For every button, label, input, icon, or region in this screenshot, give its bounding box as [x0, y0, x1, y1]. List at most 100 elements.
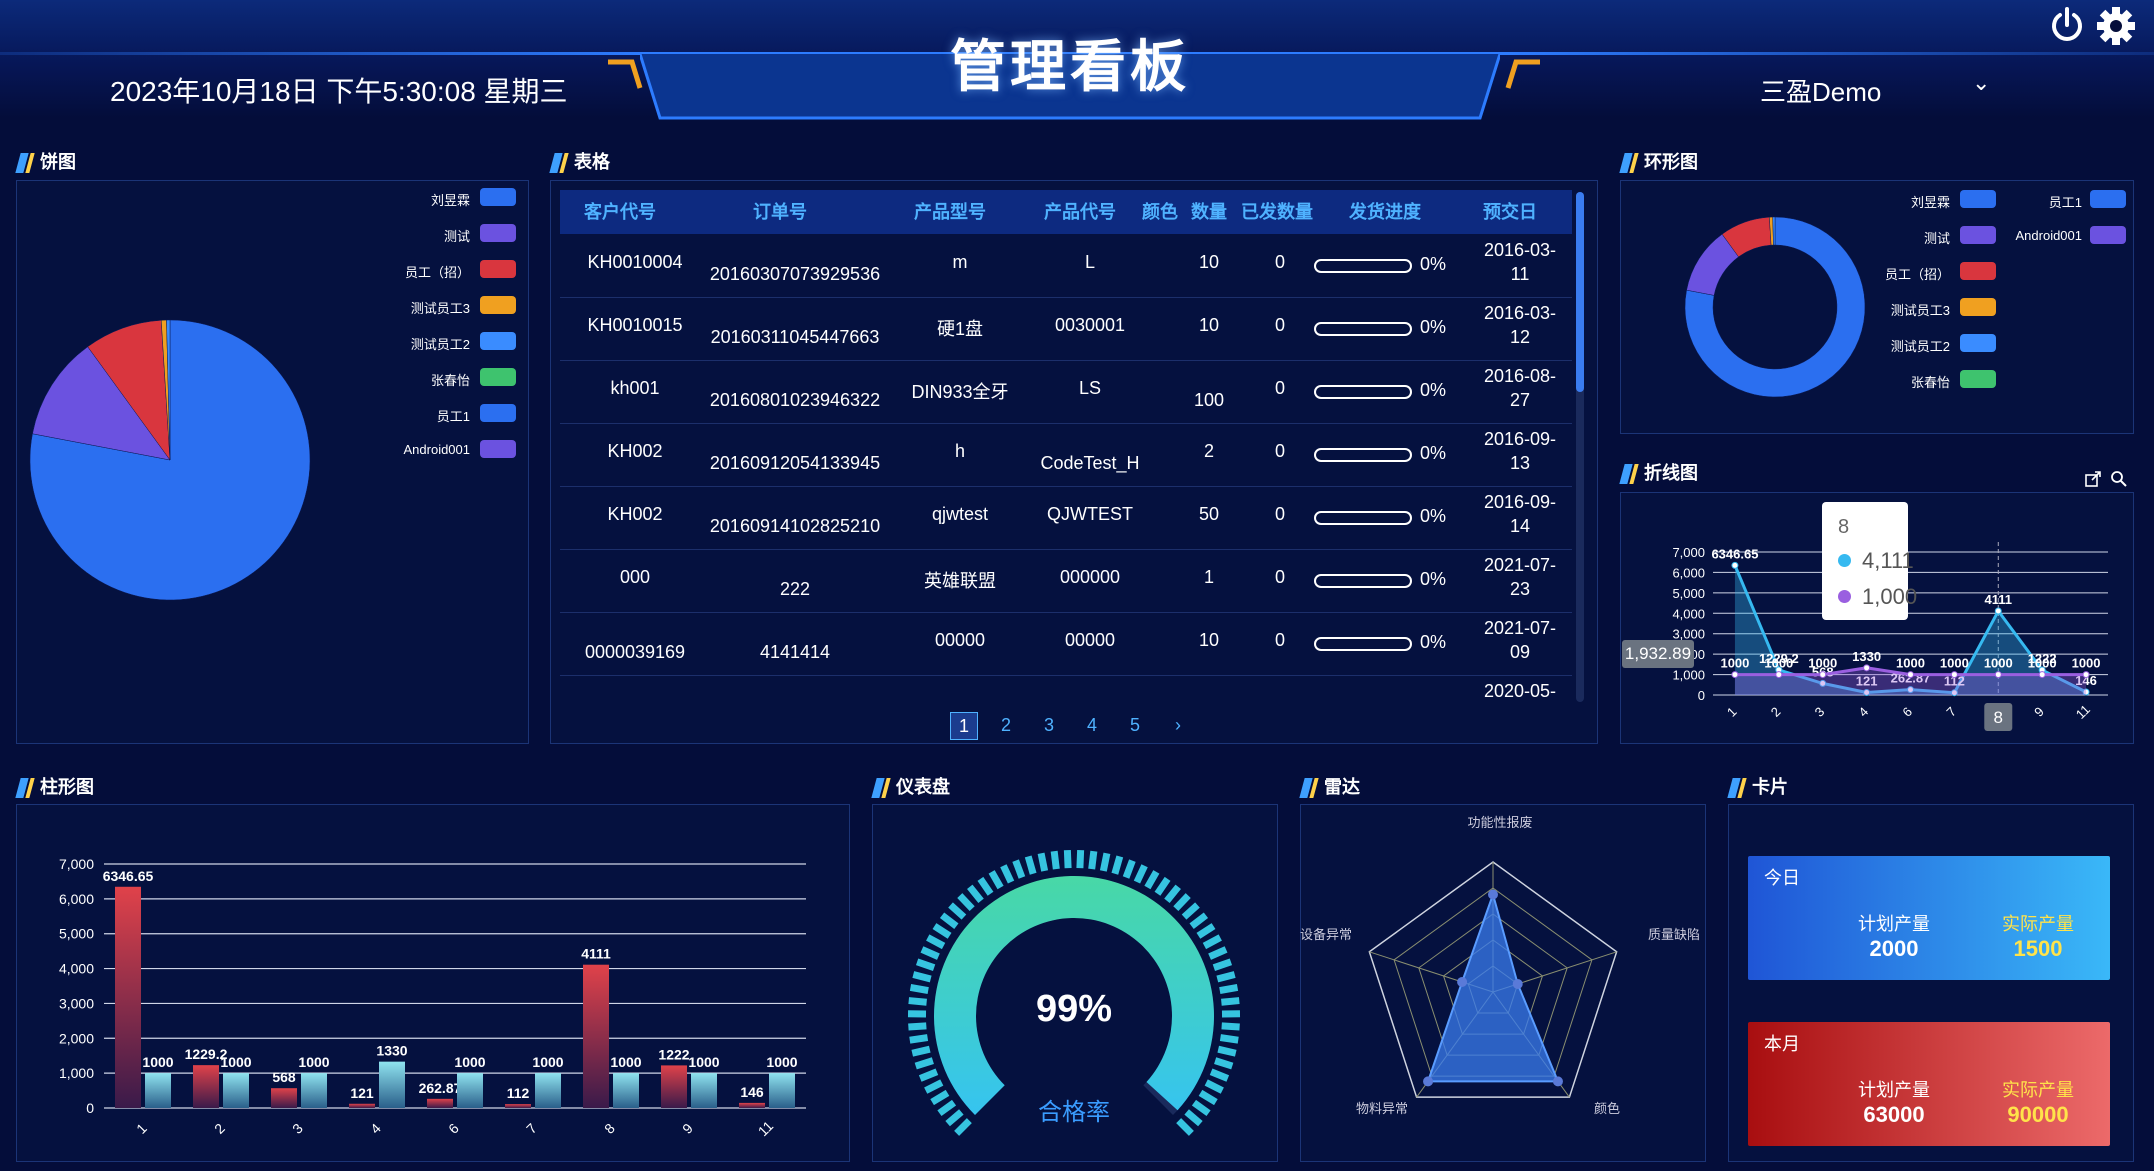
export-icon[interactable] — [2084, 470, 2102, 488]
line-point — [1994, 671, 2002, 679]
progress-percent: 0% — [1420, 632, 1447, 652]
bar-data-label: 1000 — [532, 1054, 563, 1070]
power-icon[interactable] — [2048, 6, 2086, 44]
cell-model: 00000 — [934, 630, 986, 650]
legend-swatch — [480, 296, 516, 314]
cell-model: 硬1盘 — [936, 319, 983, 339]
bar-data-label: 568 — [272, 1069, 296, 1085]
next-page-button[interactable]: › — [1165, 712, 1191, 738]
page-5-button[interactable]: 5 — [1122, 712, 1148, 738]
cell-order: 20160311045447663 — [710, 327, 880, 347]
bar-ytick-label: 2,000 — [59, 1030, 94, 1046]
cell-due-line2: 23 — [1509, 579, 1531, 599]
cell-code: CodeTest_H — [1040, 453, 1140, 473]
cell-customer: KH0010004 — [587, 252, 683, 272]
tooltip-value-1: 4,111 — [1862, 548, 1914, 573]
legend-swatch — [480, 440, 516, 458]
gauge-tick — [920, 946, 940, 960]
bar-data-label: 1330 — [376, 1043, 407, 1059]
table-header: 客户代号 订单号 产品型号 产品代号 颜色 数量 已发数量 发货进度 预交日 — [560, 190, 1572, 234]
radar-label-2: 颜色 — [1594, 1101, 1621, 1116]
legend-label: 员工1 — [2048, 195, 2082, 210]
table-scrollbar[interactable] — [1576, 192, 1584, 702]
table-row[interactable]: 0000039169 4141414 00000 00000 10 0 0% 2021-07-… — [560, 612, 1572, 676]
bar-0 — [505, 1104, 531, 1108]
page-3-button[interactable]: 3 — [1036, 712, 1062, 738]
bar-data-label: 1000 — [298, 1054, 329, 1070]
gauge-label: 合格率 — [1038, 1099, 1110, 1126]
bar-ytick-label: 3,000 — [59, 995, 94, 1011]
table-scrollbar-thumb[interactable] — [1576, 192, 1584, 392]
table-row[interactable]: kh001 20160801023946322 DIN933全牙 LS 100 0 0% 20… — [560, 360, 1572, 424]
cell-shipped: 0 — [1274, 315, 1285, 335]
col-progress: 发货进度 — [1349, 202, 1421, 222]
card-month-period: 本月 — [1764, 1034, 1800, 1054]
panel-title-gauge: 仪表盘 — [872, 776, 950, 798]
gear-icon[interactable] — [2096, 6, 2136, 46]
page-1-button[interactable]: 1 — [950, 712, 978, 740]
gauge-tick — [1181, 902, 1200, 920]
line-xtick-label: 11 — [2073, 702, 2093, 722]
cell-order: 20160912054133945 — [709, 453, 881, 473]
bar-0 — [349, 1103, 375, 1108]
card-today-actual: 1500 — [2013, 936, 2063, 961]
gauge-tick — [932, 923, 952, 939]
gauge-tick — [1063, 849, 1072, 869]
cell-shipped: 0 — [1274, 252, 1285, 272]
bar-data-label: 1222 — [658, 1046, 689, 1062]
bar-0 — [739, 1102, 765, 1108]
zoom-icon[interactable] — [2110, 470, 2128, 488]
gauge-tick — [1037, 852, 1049, 872]
bar-xtick-label: 11 — [755, 1118, 777, 1140]
line-ytick-label: 0 — [1698, 688, 1705, 703]
bar-xtick-label: 9 — [679, 1120, 696, 1137]
cell-model: h — [954, 441, 965, 461]
gauge-tick — [1219, 1034, 1239, 1044]
bar-ytick-label: 6,000 — [59, 891, 94, 907]
page-4-button[interactable]: 4 — [1079, 712, 1105, 738]
cell-model: DIN933全牙 — [911, 382, 1009, 402]
table-row[interactable]: KH0010004 20160307073929536 m L 10 0 0% 2016-03… — [560, 234, 1572, 298]
user-select[interactable]: 三盈Demo ⌄ — [1760, 70, 1990, 107]
bar-1 — [769, 1073, 795, 1108]
pie-chart — [29, 319, 311, 601]
bar-ytick-label: 1,000 — [59, 1065, 94, 1081]
page-2-button[interactable]: 2 — [993, 712, 1019, 738]
legend-label: Android001 — [2015, 228, 2083, 243]
bar-0 — [661, 1065, 687, 1108]
cell-due-line1: 2016-09- — [1483, 492, 1557, 512]
line-data-label: 1000 — [2072, 656, 2101, 671]
gauge-tick — [957, 893, 975, 912]
bar-xtick-label: 3 — [289, 1120, 306, 1137]
bar-1 — [691, 1073, 717, 1108]
line-point — [1775, 671, 1783, 679]
gauge-tick — [1133, 864, 1148, 884]
donut-chart — [1684, 216, 1866, 398]
cell-due-line1: 2021-07- — [1483, 618, 1557, 638]
legend-label: 测试员工3 — [1890, 303, 1950, 318]
table-row[interactable]: KH002 20160914102825210 qjwtest QJWTEST 50 0 0… — [560, 486, 1572, 550]
gauge-tick — [977, 876, 994, 896]
cell-qty: 1 — [1203, 567, 1214, 587]
table-row[interactable]: KH0010015 20160311045447663 硬1盘 0030001 10 0 0… — [560, 297, 1572, 361]
cell-due-line1: 2020-05- — [1483, 681, 1557, 701]
card-month-actual-label: 实际产量 — [2002, 1080, 2074, 1100]
card-month-actual: 90000 — [2007, 1102, 2069, 1127]
card-today-period: 今日 — [1764, 868, 1800, 888]
cell-due-line1: 2021-07- — [1483, 555, 1557, 575]
legend-label: 张春怡 — [430, 373, 470, 388]
legend-swatch — [480, 332, 516, 350]
cell-customer: KH002 — [607, 504, 663, 524]
line-data-label: 1000 — [2028, 656, 2057, 671]
legend-swatch — [480, 224, 516, 242]
legend-swatch — [480, 188, 516, 206]
line-point — [1950, 671, 1958, 679]
table-row[interactable]: KH002 20160912054133945 h CodeTest_H 2 0 0% 201… — [560, 423, 1572, 487]
gauge-tick — [918, 1068, 939, 1082]
legend-label: 员工1 — [436, 409, 470, 424]
table-row[interactable]: 000 222 英雄联盟 000000 1 0 0% 2021-07- 23 — [560, 549, 1572, 613]
gauge-tick — [1164, 884, 1181, 904]
legend-label: 刘昱霖 — [1910, 195, 1950, 210]
progress-percent: 0% — [1420, 380, 1447, 400]
gauge-tick — [1214, 1057, 1234, 1070]
